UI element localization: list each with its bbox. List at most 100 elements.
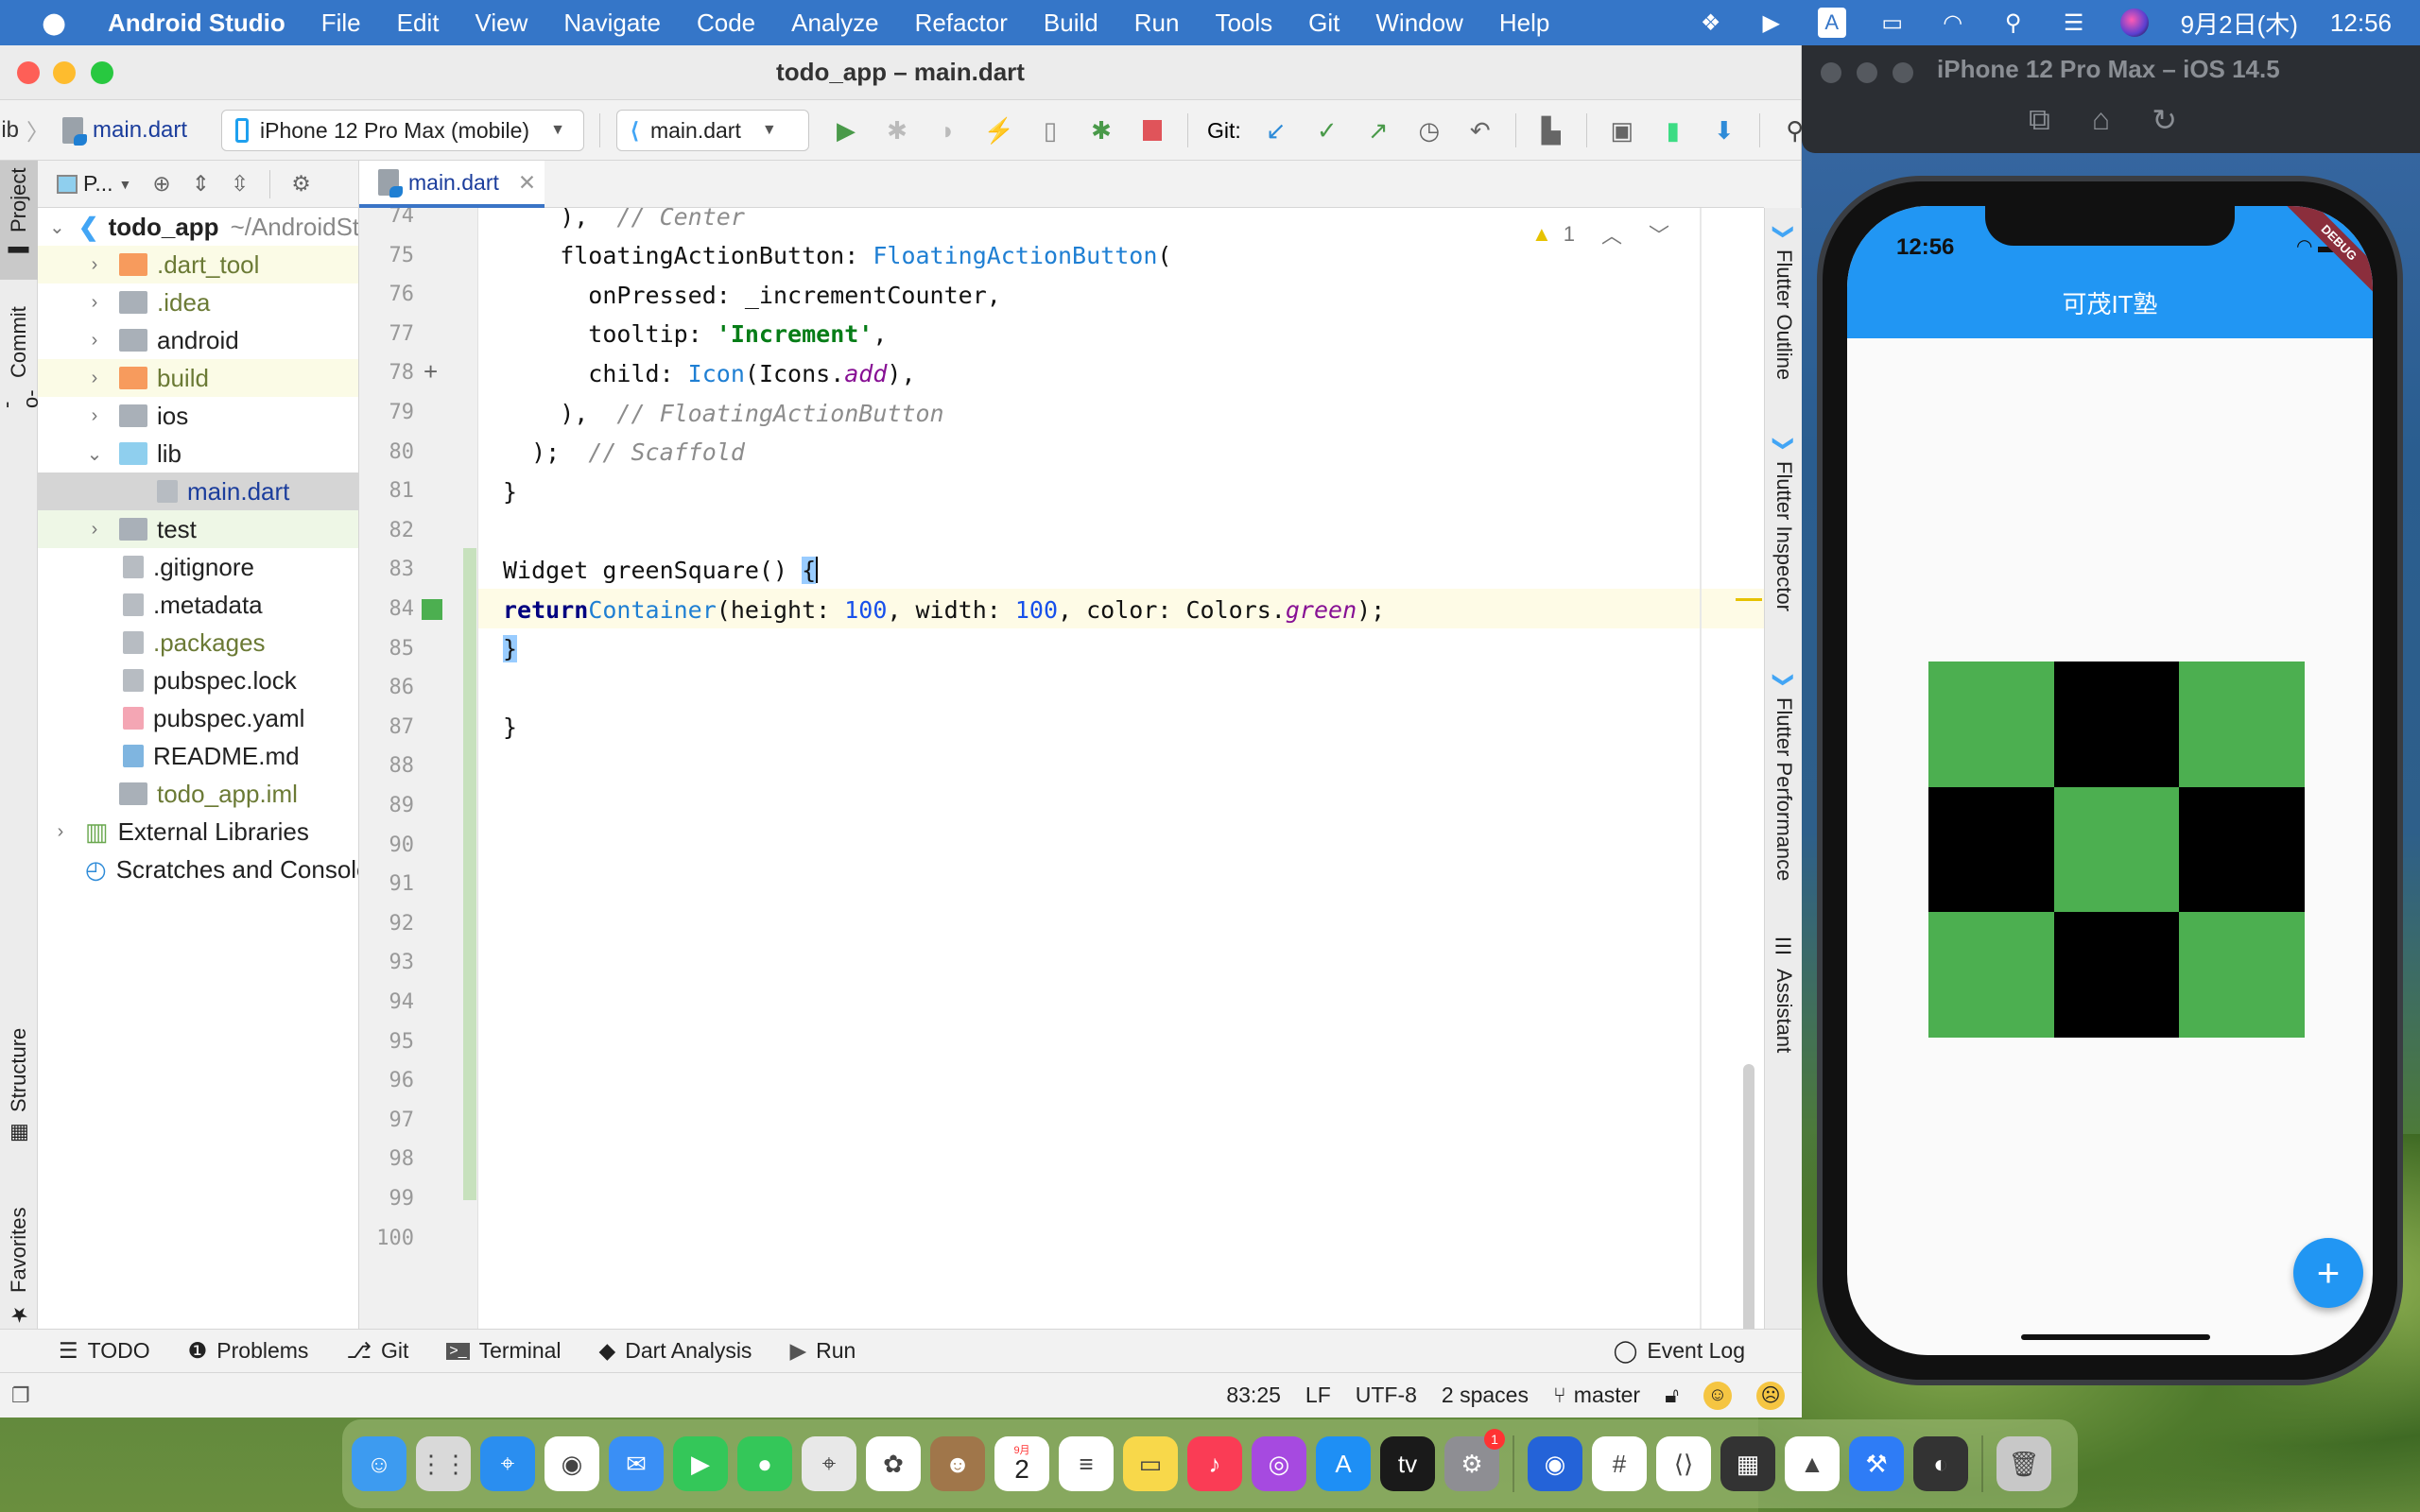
device-selector[interactable]: iPhone 12 Pro Max (mobile) ▼ <box>221 110 584 151</box>
dock-podcasts-icon[interactable]: ◎ <box>1252 1436 1306 1491</box>
breadcrumb-lib[interactable]: lib <box>0 117 19 144</box>
screenshot-icon[interactable]: ⧉ <box>2029 102 2050 138</box>
tree-item[interactable]: pubspec.lock <box>38 662 358 699</box>
menu-build[interactable]: Build <box>1044 9 1098 38</box>
line-number[interactable]: 75 <box>359 244 415 267</box>
dock-notes-icon[interactable]: ▭ <box>1123 1436 1178 1491</box>
dock-app-store-icon[interactable]: A <box>1316 1436 1371 1491</box>
menu-run[interactable]: Run <box>1134 9 1180 38</box>
chevron-right-icon[interactable]: › <box>83 330 106 352</box>
line-number[interactable]: 98 <box>359 1147 415 1171</box>
line-separator[interactable]: LF <box>1305 1383 1331 1408</box>
code-line[interactable]: } <box>503 629 518 669</box>
unlock-icon[interactable]: 🔓︎ <box>1665 1383 1679 1408</box>
chevron-right-icon[interactable]: › <box>83 405 106 427</box>
tab-flutter-performance[interactable]: ❯ Flutter Performance <box>1765 671 1803 882</box>
tab-commit[interactable]: -o- Commit <box>0 299 43 416</box>
tab-assistant[interactable]: ☰ Assistant <box>1765 936 1803 1053</box>
collapse-all-icon[interactable]: ⇳ <box>231 171 249 197</box>
control-center-icon[interactable]: ☰ <box>2060 9 2088 36</box>
git-history-icon[interactable]: ◷ <box>1413 114 1445 146</box>
avd-manager-icon[interactable]: ▮ <box>1657 114 1689 146</box>
dock-contacts-icon[interactable]: ☻ <box>930 1436 985 1491</box>
locate-file-icon[interactable]: ⊕ <box>152 171 170 197</box>
previous-highlight-icon[interactable]: ︿ <box>1601 219 1622 249</box>
dock-reminders-icon[interactable]: ≡ <box>1059 1436 1114 1491</box>
siri-icon[interactable] <box>2119 9 2149 37</box>
code-editor[interactable]: 74 ), // Center 75 floatingActionButton: … <box>359 208 1764 1374</box>
code-line[interactable]: ); // Scaffold <box>503 433 745 472</box>
hot-restart-icon[interactable]: ▯ <box>1034 114 1066 146</box>
code-line[interactable]: return Container (height: 100, width: 100… <box>503 590 1385 629</box>
project-structure-icon[interactable]: ▙ <box>1535 114 1567 146</box>
line-number[interactable]: 96 <box>359 1069 415 1092</box>
dock-messages-icon[interactable]: ● <box>737 1436 792 1491</box>
run-icon[interactable]: ▶ <box>830 114 862 146</box>
line-number[interactable]: 88 <box>359 754 415 778</box>
code-line[interactable]: ), // FloatingActionButton <box>503 393 943 433</box>
line-number[interactable]: 85 <box>359 637 415 661</box>
line-number[interactable]: 95 <box>359 1030 415 1054</box>
tree-item-scratches[interactable]: ◴ Scratches and Consoles <box>38 850 358 888</box>
git-commit-icon[interactable]: ✓ <box>1311 114 1343 146</box>
dock-mail-icon[interactable]: ✉ <box>609 1436 664 1491</box>
code-line[interactable]: floatingActionButton: FloatingActionButt… <box>503 236 1171 276</box>
dock-xcode-icon[interactable]: ⚒ <box>1849 1436 1904 1491</box>
tree-item[interactable]: todo_app.iml <box>38 775 358 813</box>
line-number[interactable]: 91 <box>359 872 415 896</box>
dock-safari-icon[interactable]: ⌖ <box>480 1436 535 1491</box>
line-number[interactable]: 81 <box>359 479 415 503</box>
project-view-selector[interactable]: P... ▼ <box>57 171 131 197</box>
wifi-icon[interactable]: ◠ <box>1939 9 1967 36</box>
home-indicator[interactable] <box>2021 1334 2210 1340</box>
chevron-down-icon[interactable]: ⌄ <box>83 442 106 466</box>
toggle-tool-windows-icon[interactable]: ❐ <box>11 1383 30 1408</box>
sim-minimize-button[interactable] <box>1857 62 1877 83</box>
tree-item[interactable]: .packages <box>38 624 358 662</box>
line-number[interactable]: 74 <box>359 208 415 228</box>
menu-refactor[interactable]: Refactor <box>915 9 1008 38</box>
dock-photos-icon[interactable]: ✿ <box>866 1436 921 1491</box>
line-number[interactable]: 76 <box>359 283 415 306</box>
layout-inspector-icon[interactable]: ▣ <box>1606 114 1638 146</box>
caret-position[interactable]: 83:25 <box>1226 1383 1281 1408</box>
tree-item-external-libraries[interactable]: › ▥ External Libraries <box>38 813 358 850</box>
add-icon[interactable]: + <box>424 357 438 387</box>
stop-icon[interactable] <box>1136 114 1168 146</box>
dock-flutter-devtools-icon[interactable]: ◐ <box>1913 1436 1968 1491</box>
dock-slack-icon[interactable]: # <box>1592 1436 1647 1491</box>
tool-event-log[interactable]: ◯ Event Log <box>1614 1338 1745 1364</box>
tool-run[interactable]: ▶ Run <box>789 1338 856 1364</box>
spotlight-icon[interactable]: ⚲ <box>1999 9 2028 36</box>
home-icon[interactable]: ⌂ <box>2092 102 2110 138</box>
debug-icon[interactable]: ✱ <box>881 114 913 146</box>
dock-sourcetree-icon[interactable]: ◉ <box>1528 1436 1582 1491</box>
chevron-right-icon[interactable]: › <box>49 821 72 843</box>
tool-git[interactable]: ⎇ Git <box>346 1338 408 1364</box>
line-number[interactable]: 84 <box>359 597 415 621</box>
menu-code[interactable]: Code <box>697 9 755 38</box>
dock-android-studio-icon[interactable]: ▲ <box>1785 1436 1840 1491</box>
attach-debugger-icon[interactable]: ◗ <box>932 114 964 146</box>
line-number[interactable]: 77 <box>359 322 415 346</box>
gear-icon[interactable]: ⚙ <box>291 171 311 197</box>
line-number[interactable]: 78 <box>359 361 415 385</box>
tab-structure[interactable]: ▦ Structure <box>0 1021 38 1145</box>
code-line[interactable]: child: Icon (Icons. add), <box>503 353 915 393</box>
input-method-icon[interactable]: A <box>1817 8 1846 38</box>
editor-tab-main-dart[interactable]: main.dart ✕ <box>359 161 544 208</box>
tree-item[interactable]: .gitignore <box>38 548 358 586</box>
tree-item[interactable]: › .dart_tool <box>38 246 358 284</box>
next-highlight-icon[interactable]: ﹀ <box>1649 219 1669 249</box>
git-update-icon[interactable]: ↙ <box>1260 114 1292 146</box>
tree-item[interactable]: › .idea <box>38 284 358 321</box>
chevron-down-icon[interactable]: ⌄ <box>49 215 65 239</box>
battery-icon[interactable]: ▭ <box>1878 9 1907 36</box>
dock-system-preferences-icon[interactable]: ⚙ 1 <box>1444 1429 1505 1491</box>
dock-music-icon[interactable]: ♪ <box>1187 1436 1242 1491</box>
tree-item[interactable]: › test <box>38 510 358 548</box>
dock-trash-icon[interactable]: 🗑︎ <box>1996 1436 2051 1491</box>
color-swatch-icon[interactable] <box>422 599 442 620</box>
git-rollback-icon[interactable]: ↶ <box>1464 114 1496 146</box>
line-number[interactable]: 90 <box>359 833 415 857</box>
